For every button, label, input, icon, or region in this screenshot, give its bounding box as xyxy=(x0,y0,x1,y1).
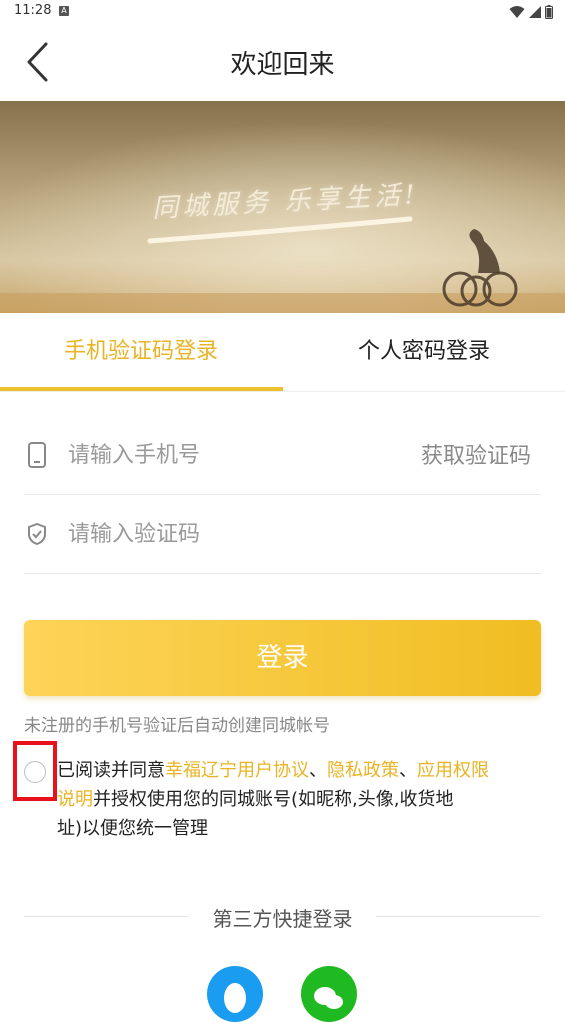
qq-icon xyxy=(224,983,246,1013)
status-icons xyxy=(509,4,553,20)
privacy-policy-link[interactable]: 隐私政策 xyxy=(327,760,399,781)
divider xyxy=(376,916,541,917)
get-code-button[interactable]: 获取验证码 xyxy=(421,438,531,470)
status-bar: 11:28 A xyxy=(0,0,565,24)
agreement-separator: 、 xyxy=(399,760,417,781)
permission-link[interactable]: 应用权限 xyxy=(417,760,489,781)
register-hint: 未注册的手机号验证后自动创建同城帐号 xyxy=(24,716,330,736)
status-time: 11:28 xyxy=(14,3,52,18)
header: 欢迎回来 xyxy=(0,24,565,101)
third-party-title: 第三方快捷登录 xyxy=(212,907,353,931)
code-input[interactable] xyxy=(68,515,388,553)
user-agreement-link[interactable]: 幸福辽宁用户协议 xyxy=(165,760,309,781)
banner: 同城服务 乐享生活! xyxy=(0,101,565,313)
login-tabs: 手机验证码登录 个人密码登录 xyxy=(0,313,565,392)
agreement-line-2: 说明并授权使用您的同城账号(如昵称,头像,收货地 xyxy=(57,785,453,814)
page-title: 欢迎回来 xyxy=(230,50,335,80)
login-button[interactable]: 登录 xyxy=(24,620,541,696)
qq-login-button[interactable] xyxy=(207,966,263,1022)
agreement-checkbox[interactable] xyxy=(24,761,46,783)
phone-field: 获取验证码 xyxy=(24,416,541,495)
signal-icon xyxy=(529,6,541,18)
wifi-icon xyxy=(509,6,525,18)
code-field xyxy=(24,495,541,574)
active-tab-indicator xyxy=(0,387,283,391)
agreement-suffix: 并授权使用您的同城账号(如昵称,头像,收货地 xyxy=(93,789,454,810)
tab-sms-login[interactable]: 手机验证码登录 xyxy=(0,313,282,391)
agreement-line-1: 已阅读并同意幸福辽宁用户协议、隐私政策、应用权限 xyxy=(57,756,517,785)
battery-icon xyxy=(545,5,553,19)
agreement-separator: 、 xyxy=(309,760,327,781)
phone-icon xyxy=(24,442,50,468)
permission-link-cont[interactable]: 说明 xyxy=(57,789,93,810)
tab-password-login[interactable]: 个人密码登录 xyxy=(283,313,565,391)
phone-input[interactable] xyxy=(68,436,388,474)
agreement-line-3: 址)以便您统一管理 xyxy=(57,818,209,839)
a-notification-icon: A xyxy=(59,6,69,16)
wechat-login-button[interactable] xyxy=(301,966,357,1022)
wechat-icon xyxy=(314,987,343,1009)
agreement-prefix: 已阅读并同意 xyxy=(57,760,165,781)
shield-check-icon xyxy=(24,521,50,547)
